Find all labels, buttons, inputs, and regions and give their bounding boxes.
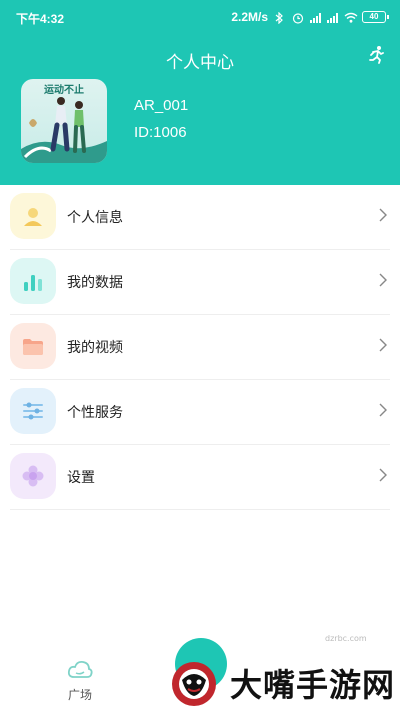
battery-icon: 40 [362,11,389,23]
menu-label: 我的视频 [67,340,123,356]
watermark-text: 大嘴手游网 [230,666,396,704]
menu-item-personal-info[interactable]: 个人信息 [10,185,390,250]
username: AR_001 [134,97,189,114]
menu-label: 个人信息 [67,210,123,226]
flower-icon [10,453,56,499]
chevron-right-icon [379,338,387,352]
menu-list: 个人信息 我的数据 我的视频 个性服务 设置 [0,185,400,510]
bottom-nav: 广场 dzrbc.com 大嘴手游网 [0,634,400,711]
status-time: 下午4:32 [16,12,65,26]
folder-icon [10,323,56,369]
running-icon[interactable] [366,45,386,65]
signal-hd-icon [327,12,338,23]
bar-chart-icon [10,258,56,304]
user-id: ID:1006 [134,124,187,141]
avatar-illustration [21,97,107,163]
menu-label: 个性服务 [67,405,123,421]
network-speed: 2.2M/s [231,10,268,24]
tab-plaza[interactable]: 广场 [55,658,105,708]
bluetooth-icon [274,11,286,24]
menu-item-settings[interactable]: 设置 [10,445,390,510]
watermark-url: dzrbc.com [325,634,367,643]
signal-icon [310,12,321,23]
tab-plaza-label: 广场 [67,688,92,702]
chevron-right-icon [379,208,387,222]
menu-label: 设置 [67,470,95,486]
chevron-right-icon [379,468,387,482]
sliders-icon [10,388,56,434]
chevron-right-icon [379,403,387,417]
profile-header: 下午4:32 2.2M/s 40 个人中心 运动不止 AR_001 ID:100… [0,0,400,185]
menu-item-my-videos[interactable]: 我的视频 [10,315,390,380]
cloud-icon [67,660,93,678]
menu-item-my-data[interactable]: 我的数据 [10,250,390,315]
avatar[interactable]: 运动不止 [21,79,107,163]
menu-label: 我的数据 [67,275,123,291]
menu-item-personal-services[interactable]: 个性服务 [10,380,390,445]
person-icon [10,193,56,239]
page-title: 个人中心 [166,53,234,73]
status-icons: 2.2M/s 40 [231,10,389,24]
watermark-logo [172,662,216,706]
status-bar: 下午4:32 2.2M/s 40 [0,0,400,34]
alarm-icon [292,12,304,24]
wifi-icon [344,12,358,23]
chevron-right-icon [379,273,387,287]
watermark: dzrbc.com 大嘴手游网 [160,634,400,711]
